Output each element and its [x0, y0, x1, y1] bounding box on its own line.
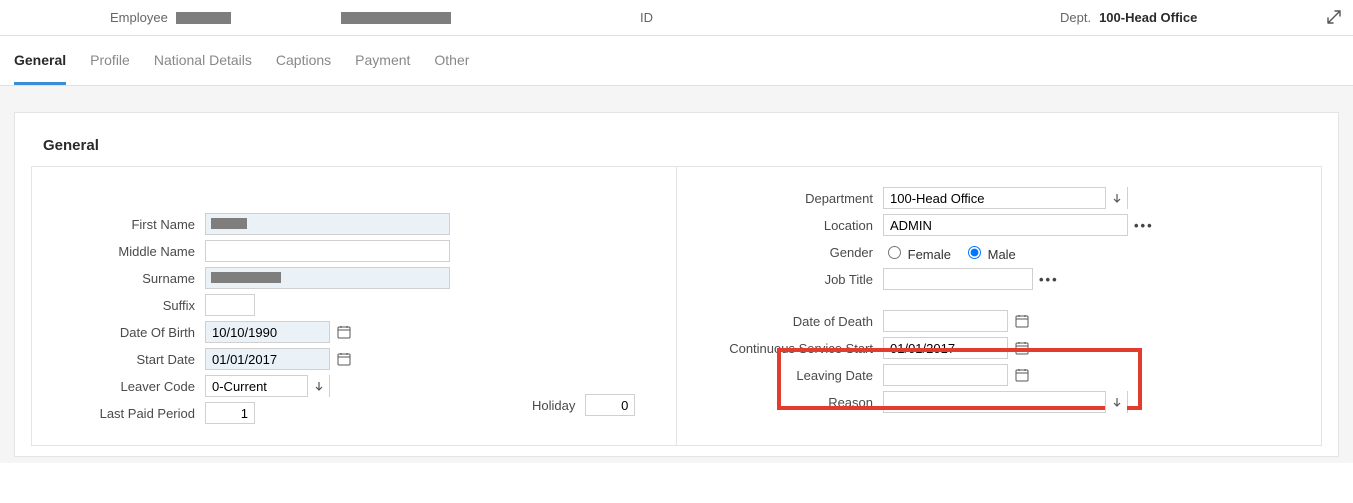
tab-payment[interactable]: Payment [355, 52, 410, 85]
middle-name-label: Middle Name [50, 244, 205, 259]
last-paid-period-label: Last Paid Period [50, 406, 205, 421]
header-dept-value: 100-Head Office [1099, 10, 1197, 25]
dob-label: Date Of Birth [50, 325, 205, 340]
css-label: Continuous Service Start [695, 341, 883, 356]
header-employee-label: Employee [110, 10, 168, 25]
gender-label: Gender [695, 245, 883, 260]
header-bar: Employee ID Dept. 100-Head Office [0, 0, 1353, 36]
row-middle-name: Middle Name [50, 238, 658, 264]
content-area: General First Name Middle Name Surname [0, 86, 1353, 463]
row-gender: Gender Female Male [695, 239, 1303, 265]
row-dob: Date Of Birth [50, 319, 658, 345]
reason-select[interactable] [883, 391, 1128, 413]
gender-female-radio[interactable] [888, 246, 901, 259]
leaver-code-label: Leaver Code [50, 379, 205, 394]
start-date-label: Start Date [50, 352, 205, 367]
redacted-employee-id [176, 12, 231, 24]
reason-label: Reason [695, 395, 883, 410]
start-date-calendar-icon[interactable] [336, 351, 352, 367]
redacted-first-name [211, 218, 247, 229]
section-title: General [43, 137, 1322, 154]
department-dropdown-icon[interactable] [1105, 187, 1127, 209]
row-css: Continuous Service Start [695, 335, 1303, 361]
header-dept-label: Dept. [1060, 10, 1091, 25]
gender-male-option[interactable]: Male [963, 243, 1016, 262]
tab-other[interactable]: Other [434, 52, 469, 85]
tab-profile[interactable]: Profile [90, 52, 130, 85]
row-holiday: Holiday [532, 394, 635, 416]
row-suffix: Suffix [50, 292, 658, 318]
holiday-label: Holiday [532, 398, 575, 413]
general-panel: General First Name Middle Name Surname [14, 112, 1339, 457]
css-input[interactable] [883, 337, 1008, 359]
row-department: Department [695, 185, 1303, 211]
leaving-date-calendar-icon[interactable] [1014, 367, 1030, 383]
header-id-label: ID [640, 10, 653, 25]
tab-national-details[interactable]: National Details [154, 52, 252, 85]
leaving-date-label: Leaving Date [695, 368, 883, 383]
location-more-icon[interactable]: ••• [1134, 218, 1154, 233]
gender-female-option[interactable]: Female [883, 243, 951, 262]
first-name-label: First Name [50, 217, 205, 232]
start-date-input[interactable] [205, 348, 330, 370]
row-job-title: Job Title ••• [695, 266, 1303, 292]
dob-input[interactable] [205, 321, 330, 343]
left-column: First Name Middle Name Surname [32, 167, 676, 445]
row-leaving-date: Leaving Date [695, 362, 1303, 388]
row-reason: Reason [695, 389, 1303, 415]
holiday-input[interactable] [585, 394, 635, 416]
suffix-label: Suffix [50, 298, 205, 313]
date-of-death-calendar-icon[interactable] [1014, 313, 1030, 329]
job-title-more-icon[interactable]: ••• [1039, 272, 1059, 287]
job-title-input[interactable] [883, 268, 1033, 290]
row-first-name: First Name [50, 211, 658, 237]
tabs: General Profile National Details Caption… [0, 36, 1353, 86]
location-input[interactable] [883, 214, 1128, 236]
last-paid-period-input[interactable] [205, 402, 255, 424]
suffix-input[interactable] [205, 294, 255, 316]
header-dept: Dept. 100-Head Office [1060, 10, 1197, 25]
tab-captions[interactable]: Captions [276, 52, 331, 85]
header-employee: Employee [110, 10, 640, 25]
row-date-of-death: Date of Death [695, 308, 1303, 334]
css-calendar-icon[interactable] [1014, 340, 1030, 356]
dob-calendar-icon[interactable] [336, 324, 352, 340]
leaving-date-input[interactable] [883, 364, 1008, 386]
leaver-code-dropdown-icon[interactable] [307, 375, 329, 397]
header-id: ID [640, 10, 1060, 25]
tab-general[interactable]: General [14, 52, 66, 85]
right-column: Department Location ••• [677, 167, 1321, 445]
row-location: Location ••• [695, 212, 1303, 238]
two-column-layout: First Name Middle Name Surname [31, 166, 1322, 446]
row-surname: Surname [50, 265, 658, 291]
redacted-employee-name [341, 12, 451, 24]
redacted-surname [211, 272, 281, 283]
department-label: Department [695, 191, 883, 206]
expand-icon[interactable] [1325, 8, 1343, 26]
department-select[interactable] [883, 187, 1128, 209]
gender-male-radio[interactable] [968, 246, 981, 259]
row-start-date: Start Date [50, 346, 658, 372]
job-title-label: Job Title [695, 272, 883, 287]
date-of-death-label: Date of Death [695, 314, 883, 329]
date-of-death-input[interactable] [883, 310, 1008, 332]
middle-name-input[interactable] [205, 240, 450, 262]
surname-label: Surname [50, 271, 205, 286]
location-label: Location [695, 218, 883, 233]
reason-dropdown-icon[interactable] [1105, 391, 1127, 413]
